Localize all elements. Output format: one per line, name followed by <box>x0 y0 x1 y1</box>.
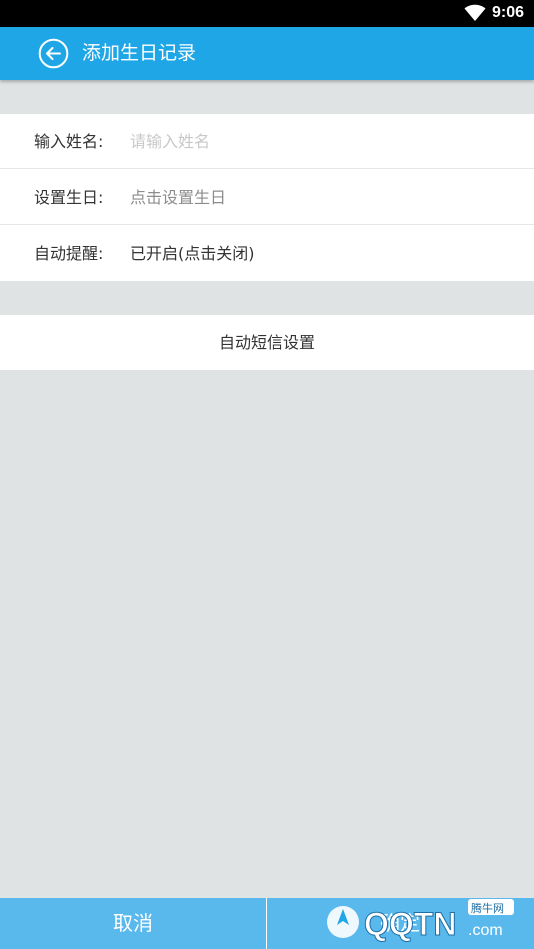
reminder-toggle[interactable]: 已开启(点击关闭) <box>130 243 255 265</box>
birthday-form: 输入姓名: 设置生日: 点击设置生日 自动提醒: 已开启(点击关闭) <box>0 114 534 281</box>
birthday-picker[interactable]: 点击设置生日 <box>130 187 226 209</box>
auto-sms-settings-label: 自动短信设置 <box>218 333 315 352</box>
status-bar: 9:06 <box>0 0 534 27</box>
birthday-label: 设置生日: <box>34 188 104 207</box>
wifi-icon <box>464 4 486 21</box>
app-bar: 添加生日记录 <box>0 27 534 80</box>
back-arrow-circle-icon[interactable] <box>38 38 69 69</box>
name-label: 输入姓名: <box>34 132 104 151</box>
page-title: 添加生日记录 <box>82 42 197 64</box>
cancel-button[interactable]: 取消 <box>0 898 266 949</box>
reminder-row[interactable]: 自动提醒: 已开启(点击关闭) <box>0 226 534 281</box>
svg-text:腾牛网: 腾牛网 <box>471 901 504 915</box>
svg-text:QQTN: QQTN <box>364 906 456 942</box>
reminder-label: 自动提醒: <box>34 244 104 263</box>
svg-text:.com: .com <box>468 922 503 939</box>
name-row: 输入姓名: <box>0 114 534 169</box>
status-time: 9:06 <box>491 4 524 21</box>
qqtn-watermark-logo: QQTN .com 腾牛网 <box>327 899 514 943</box>
birthday-row[interactable]: 设置生日: 点击设置生日 <box>0 170 534 225</box>
auto-sms-settings-button[interactable]: 自动短信设置 <box>0 315 534 370</box>
name-input[interactable] <box>130 131 490 153</box>
